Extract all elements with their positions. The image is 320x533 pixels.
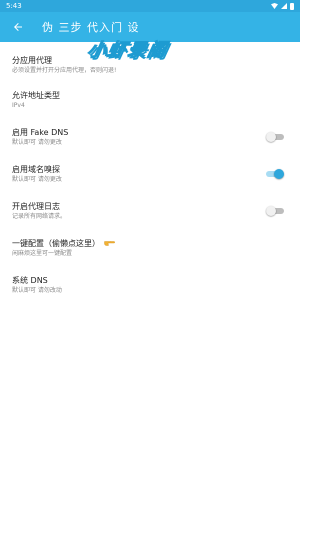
pointing-hand-icon xyxy=(104,238,115,249)
setting-summary: 默认即可 请勿更改 xyxy=(12,138,62,146)
setting-title: 系统 DNS xyxy=(12,275,48,285)
setting-summary: 默认即可 请勿改动 xyxy=(12,286,62,294)
proxy-log-toggle[interactable] xyxy=(266,205,284,216)
status-icons xyxy=(271,2,294,10)
setting-title: 开启代理日志 xyxy=(12,201,60,211)
status-bar: 5:43 xyxy=(0,0,300,12)
setting-fake-dns[interactable]: 启用 Fake DNS 默认即可 请勿更改 xyxy=(0,118,300,155)
setting-summary: 闲麻烦这里可一键配置 xyxy=(12,249,73,257)
setting-title: 启用 Fake DNS xyxy=(12,127,69,137)
back-arrow-icon[interactable] xyxy=(10,19,26,35)
setting-title: 一键配置（偷懒点这里） xyxy=(12,238,100,248)
settings-list: 分应用代理 必须设置并打开分应用代理，否则闪退! 允许地址类型 IPv4 启用 … xyxy=(0,48,300,303)
battery-icon xyxy=(290,2,294,10)
setting-title: 分应用代理 xyxy=(12,55,52,65)
setting-summary: IPv4 xyxy=(12,101,25,109)
setting-domain-sniffing[interactable]: 启用域名嗅探 默认即可 请勿更改 xyxy=(0,155,300,192)
signal-icon xyxy=(281,3,287,9)
wifi-icon xyxy=(271,3,278,9)
setting-title-row: 一键配置（偷懒点这里） xyxy=(12,238,115,249)
setting-title: 允许地址类型 xyxy=(12,90,60,100)
setting-one-click-config[interactable]: 一键配置（偷懒点这里） 闲麻烦这里可一键配置 xyxy=(0,229,300,266)
setting-per-app-proxy[interactable]: 分应用代理 必须设置并打开分应用代理，否则闪退! xyxy=(0,48,300,81)
page-title: 伪 三步 代入门 设 xyxy=(42,21,140,34)
fake-dns-toggle[interactable] xyxy=(266,131,284,142)
status-time: 5:43 xyxy=(6,2,22,10)
domain-sniffing-toggle[interactable] xyxy=(266,168,284,179)
setting-summary: 默认即可 请勿更改 xyxy=(12,175,62,183)
setting-summary: 必须设置并打开分应用代理，否则闪退! xyxy=(12,66,117,74)
setting-title: 启用域名嗅探 xyxy=(12,164,60,174)
setting-address-type[interactable]: 允许地址类型 IPv4 xyxy=(0,81,300,118)
setting-proxy-log[interactable]: 开启代理日志 记录所有网络请求。 xyxy=(0,192,300,229)
setting-summary: 记录所有网络请求。 xyxy=(12,212,67,220)
setting-system-dns[interactable]: 系统 DNS 默认即可 请勿改动 xyxy=(0,266,300,303)
